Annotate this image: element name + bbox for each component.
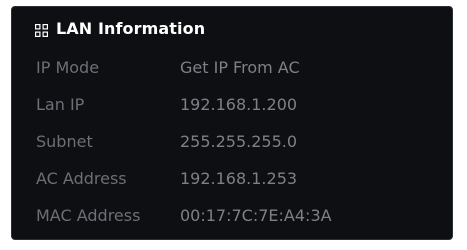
lan-information-panel: LAN Information IP Mode Get IP From AC L… bbox=[11, 6, 453, 240]
info-value: 192.168.1.200 bbox=[180, 95, 298, 114]
info-row-ip-mode: IP Mode Get IP From AC bbox=[12, 49, 452, 86]
panel-header: LAN Information bbox=[12, 7, 452, 49]
info-list: IP Mode Get IP From AC Lan IP 192.168.1.… bbox=[12, 49, 452, 234]
info-label: AC Address bbox=[36, 169, 127, 188]
info-value: 255.255.255.0 bbox=[180, 132, 298, 151]
info-label: IP Mode bbox=[36, 58, 100, 77]
grid-icon bbox=[35, 22, 48, 37]
info-label: MAC Address bbox=[36, 206, 141, 225]
info-label: Subnet bbox=[36, 132, 93, 151]
info-value: Get IP From AC bbox=[180, 58, 300, 77]
info-value: 00:17:7C:7E:A4:3A bbox=[180, 206, 332, 225]
info-row-ac-address: AC Address 192.168.1.253 bbox=[12, 160, 452, 197]
info-label: Lan IP bbox=[36, 95, 85, 114]
info-row-lan-ip: Lan IP 192.168.1.200 bbox=[12, 86, 452, 123]
info-row-mac-address: MAC Address 00:17:7C:7E:A4:3A bbox=[12, 197, 452, 234]
info-value: 192.168.1.253 bbox=[180, 169, 298, 188]
info-row-subnet: Subnet 255.255.255.0 bbox=[12, 123, 452, 160]
panel-title: LAN Information bbox=[56, 18, 206, 38]
